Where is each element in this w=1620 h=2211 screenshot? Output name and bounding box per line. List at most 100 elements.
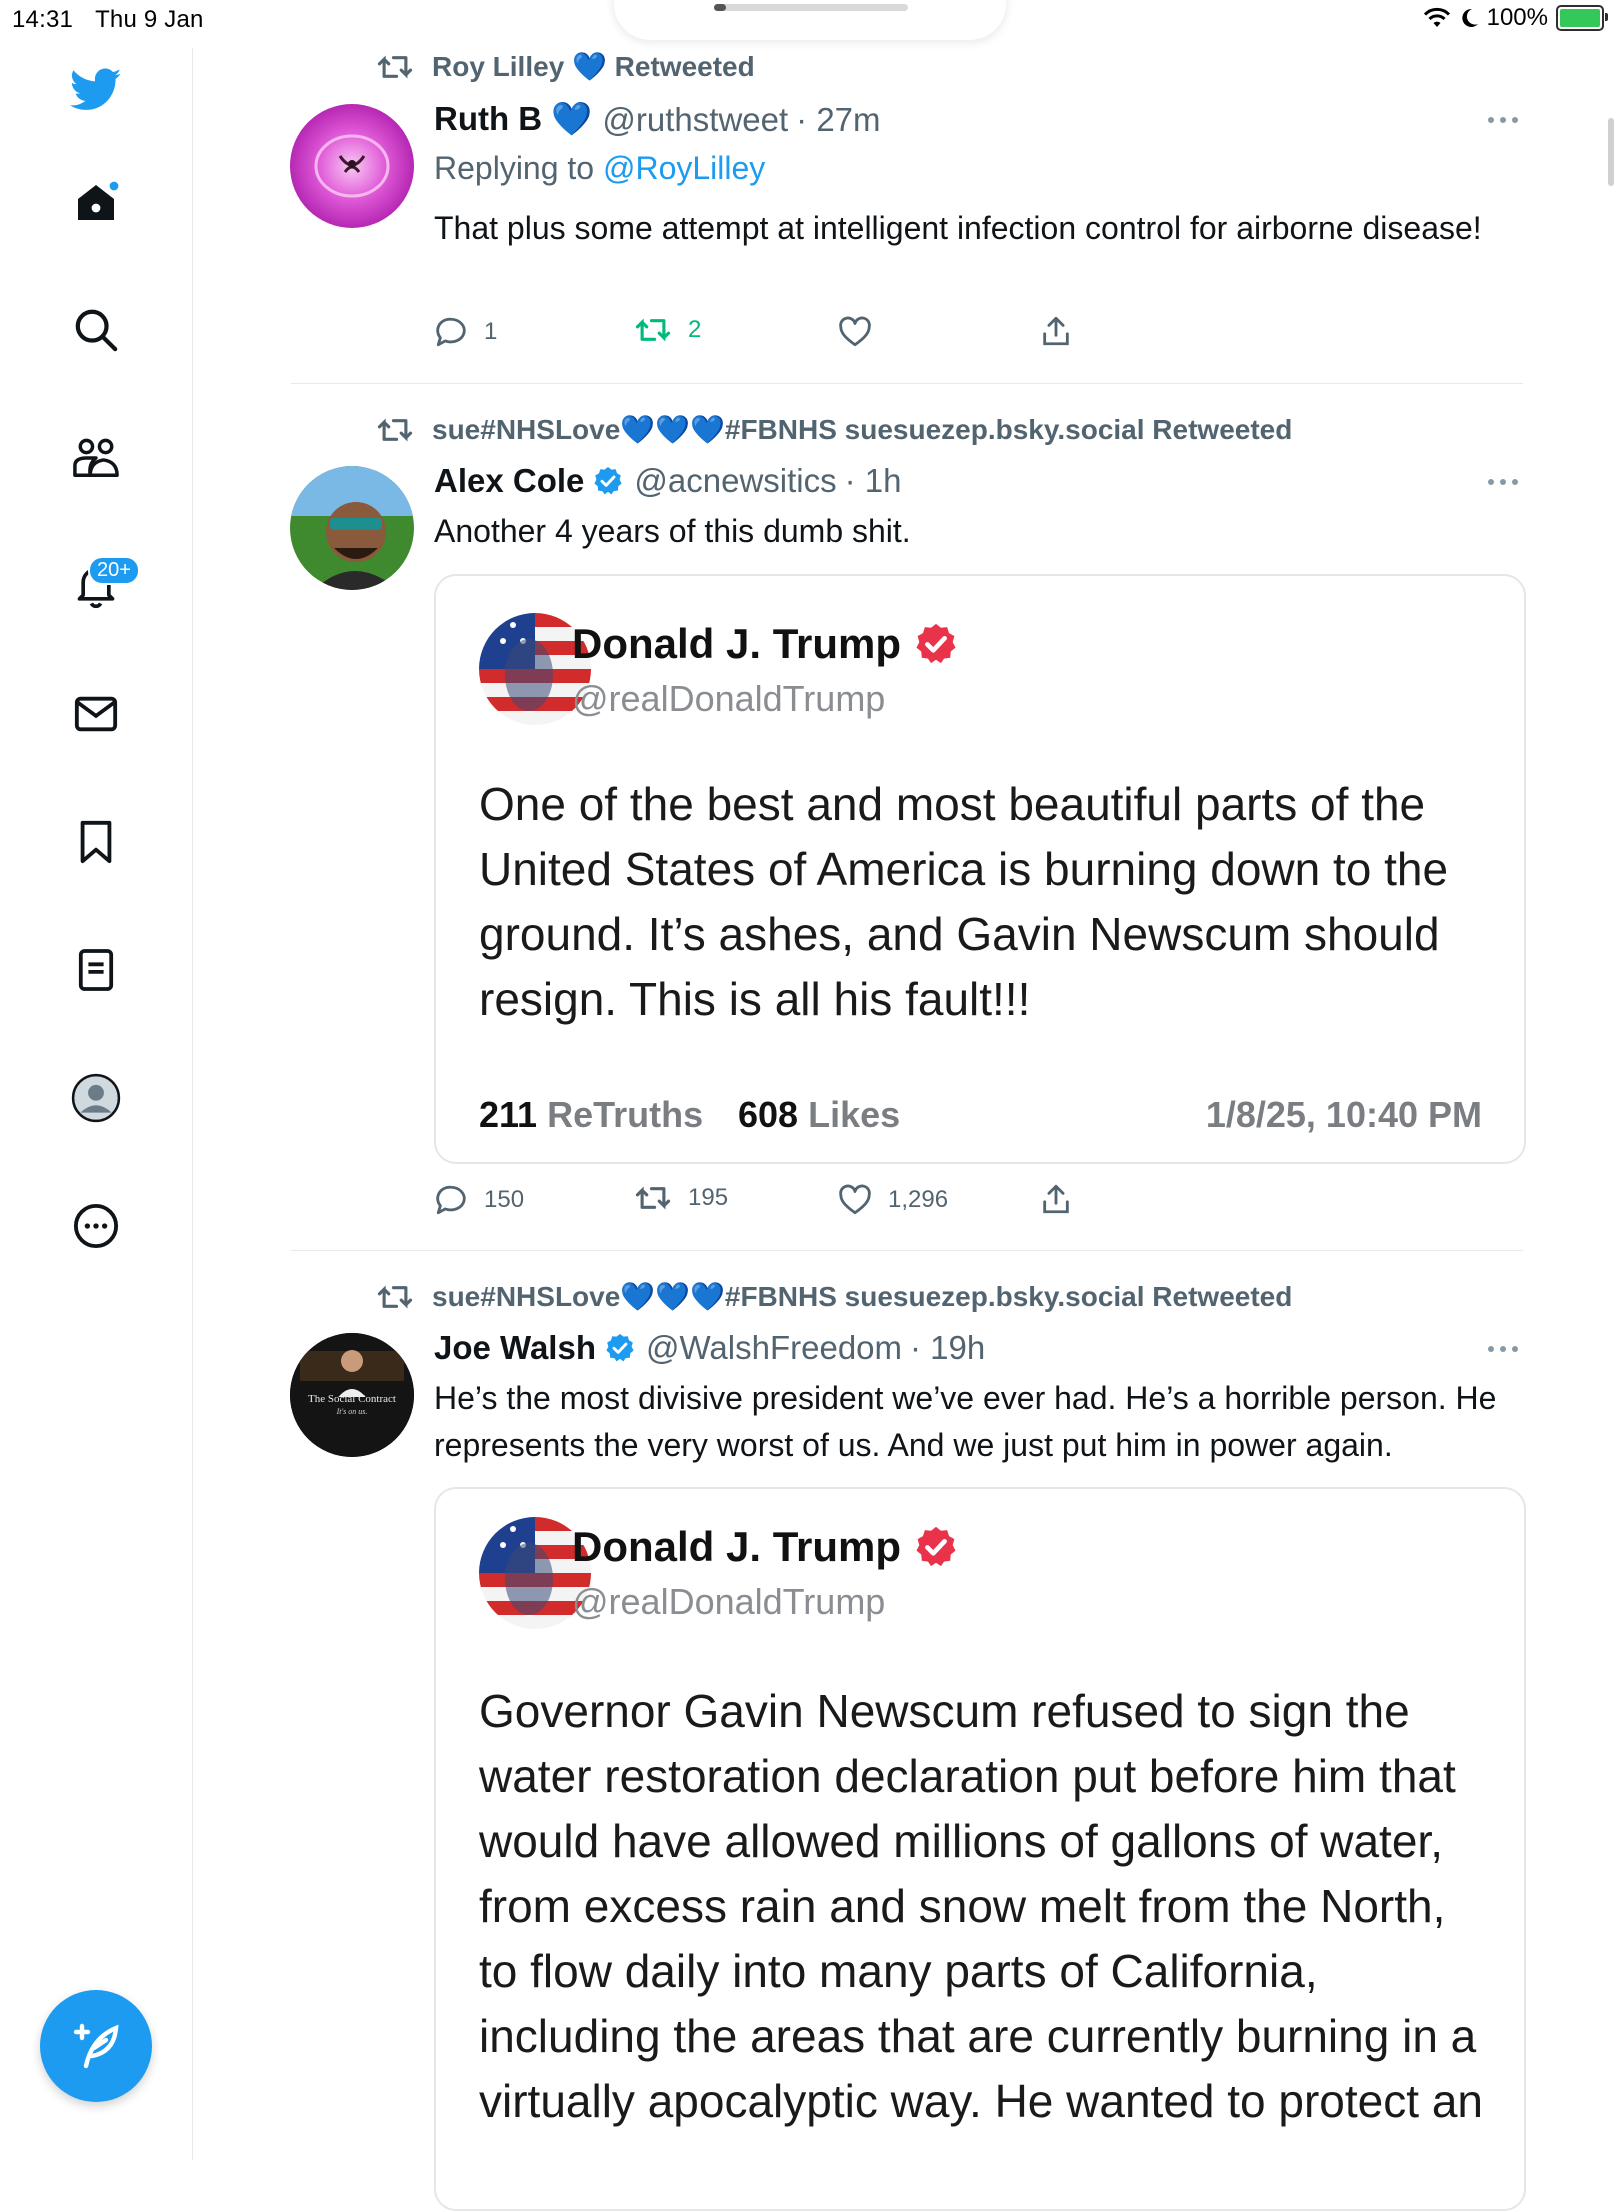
profile-avatar-icon[interactable] — [64, 1066, 128, 1130]
tweet-separator — [291, 1250, 1523, 1251]
messages-envelope-icon[interactable] — [64, 682, 128, 746]
battery-percent: 100% — [1486, 4, 1548, 31]
embedded-author-name: Donald J. Trump — [572, 1523, 902, 1570]
multitasking-indicator — [714, 4, 908, 11]
embedded-author-row: Donald J. Trump — [572, 620, 959, 668]
replying-to: Replying to @RoyLilley — [434, 150, 765, 187]
embedded-likes-count: 608 — [738, 1094, 799, 1135]
embedded-truth-text: One of the best and most beautiful parts… — [479, 778, 1449, 1025]
heart-icon — [839, 316, 871, 347]
tweet-more-icon[interactable] — [1488, 1346, 1518, 1354]
heart-icon — [839, 1184, 871, 1215]
tweet-author-row[interactable]: Ruth B 💙 @ruthstweet · 27m — [434, 100, 881, 139]
retruths-label: ReTruths — [547, 1094, 704, 1135]
verified-badge-icon — [606, 1334, 634, 1362]
retweet-context: Roy Lilley 💙 Retweeted — [376, 50, 755, 83]
wifi-icon — [1423, 7, 1450, 27]
replying-to-label: Replying to — [434, 150, 595, 186]
reply-button[interactable]: 150 — [434, 1184, 524, 1216]
embedded-truth-card[interactable]: Donald J. Trump @realDonaldTrump Governo… — [434, 1487, 1526, 2211]
battery-icon — [1556, 5, 1608, 31]
retweet-icon — [377, 417, 413, 442]
compose-feather-icon — [73, 2023, 119, 2069]
tweet-more-icon[interactable] — [1488, 117, 1518, 125]
retweet-context: sue#NHSLove💙💙💙#FBNHS suesuezep.bsky.soci… — [376, 413, 1292, 446]
avatar-caption-2: It's on us. — [336, 1407, 368, 1416]
retweet-icon — [377, 1284, 413, 1309]
author-name[interactable]: Ruth B 💙 — [434, 100, 592, 139]
compose-tweet-button[interactable] — [40, 1990, 152, 2102]
tweet-more-icon[interactable] — [1488, 479, 1518, 487]
tweet-time: · 1h — [844, 462, 902, 499]
tweet-separator — [291, 383, 1523, 384]
author-handle[interactable]: @WalshFreedom — [646, 1329, 902, 1367]
status-date: Thu 9 Jan — [95, 6, 204, 33]
bookmark-icon[interactable] — [64, 810, 128, 874]
tweet-author-row[interactable]: Joe Walsh @WalshFreedom · 19h — [434, 1329, 985, 1367]
scroll-indicator[interactable] — [1608, 118, 1614, 186]
reply-count: 1 — [484, 318, 498, 345]
embedded-truth-text: Governor Gavin Newscum refused to sign t… — [479, 1685, 1483, 2127]
retweeted-by-label[interactable]: Roy Lilley 💙 Retweeted — [432, 50, 755, 83]
embedded-truth-card[interactable]: Donald J. Trump @realDonaldTrump One of … — [434, 574, 1526, 1164]
author-name[interactable]: Joe Walsh — [434, 1329, 596, 1367]
retweet-icon — [635, 1186, 671, 1210]
lists-icon[interactable] — [64, 938, 128, 1002]
retweet-context: sue#NHSLove💙💙💙#FBNHS suesuezep.bsky.soci… — [376, 1280, 1292, 1313]
share-icon — [1043, 316, 1069, 346]
retweeted-by-label[interactable]: sue#NHSLove💙💙💙#FBNHS suesuezep.bsky.soci… — [432, 1280, 1292, 1313]
communities-icon[interactable] — [64, 426, 128, 490]
avatar[interactable] — [290, 104, 414, 228]
embedded-likes-label: Likes — [808, 1094, 901, 1135]
reply-button[interactable]: 1 — [434, 316, 497, 348]
embedded-likes: 608 Likes — [738, 1094, 900, 1136]
sidebar-divider — [192, 48, 193, 2160]
tweet-author-row[interactable]: Alex Cole @acnewsitics · 1h — [434, 462, 902, 500]
like-button[interactable]: 1,296 — [838, 1184, 948, 1216]
author-name[interactable]: Alex Cole — [434, 462, 584, 500]
embedded-author-handle: @realDonaldTrump — [572, 1581, 886, 1622]
retweet-icon — [377, 54, 413, 79]
tweet-time: · 27m — [796, 100, 881, 138]
reply-icon — [436, 317, 466, 347]
share-button[interactable] — [1040, 1182, 1088, 1216]
verified-badge-icon — [916, 623, 956, 664]
retweet-button[interactable]: 195 — [634, 1184, 728, 1212]
embedded-author-name: Donald J. Trump — [572, 620, 902, 667]
avatar[interactable] — [290, 466, 414, 590]
verified-badge-icon — [594, 467, 622, 495]
replying-to-link[interactable]: @RoyLilley — [603, 150, 765, 186]
retweet-count: 2 — [688, 316, 702, 343]
tweet-text: That plus some attempt at intelligent in… — [434, 210, 1482, 246]
retweet-count: 195 — [688, 1184, 729, 1211]
moon-icon — [1461, 8, 1478, 27]
reply-count: 150 — [484, 1186, 525, 1213]
multitasking-indicator-dot — [714, 4, 726, 11]
embedded-timestamp: 1/8/25, 10:40 PM — [1205, 1094, 1482, 1135]
retweeted-by-label[interactable]: sue#NHSLove💙💙💙#FBNHS suesuezep.bsky.soci… — [432, 413, 1292, 446]
retweet-button[interactable]: 2 — [634, 316, 701, 344]
tweet-text: He’s the most divisive president we’ve e… — [434, 1380, 1497, 1463]
search-icon[interactable] — [64, 298, 128, 362]
like-count: 1,296 — [888, 1186, 949, 1213]
twitter-logo-icon[interactable] — [64, 58, 128, 122]
author-handle[interactable]: @ruthstweet — [602, 101, 788, 139]
avatar[interactable]: The Social Contract It's on us. — [290, 1333, 414, 1457]
author-handle[interactable]: @acnewsitics — [634, 462, 836, 500]
embedded-author-handle: @realDonaldTrump — [572, 678, 886, 719]
verified-badge-icon — [916, 1526, 956, 1567]
status-bar-time-date: 14:31 Thu 9 Jan — [12, 6, 204, 34]
share-button[interactable] — [1040, 314, 1088, 348]
tweet-time: · 19h — [910, 1329, 986, 1366]
home-icon[interactable] — [64, 170, 128, 234]
retruths-count: 211 — [479, 1094, 538, 1135]
status-bar-right: 100% — [1423, 4, 1608, 32]
like-button[interactable] — [838, 316, 888, 348]
reply-icon — [436, 1185, 466, 1215]
more-options-icon[interactable] — [64, 1194, 128, 1258]
embedded-retruths: 211 ReTruths — [479, 1094, 703, 1136]
tweet-text: Another 4 years of this dumb shit. — [434, 513, 911, 549]
embedded-author-row: Donald J. Trump — [572, 1523, 959, 1571]
avatar-caption-1: The Social Contract — [308, 1393, 396, 1405]
notifications-badge: 20+ — [88, 556, 140, 585]
